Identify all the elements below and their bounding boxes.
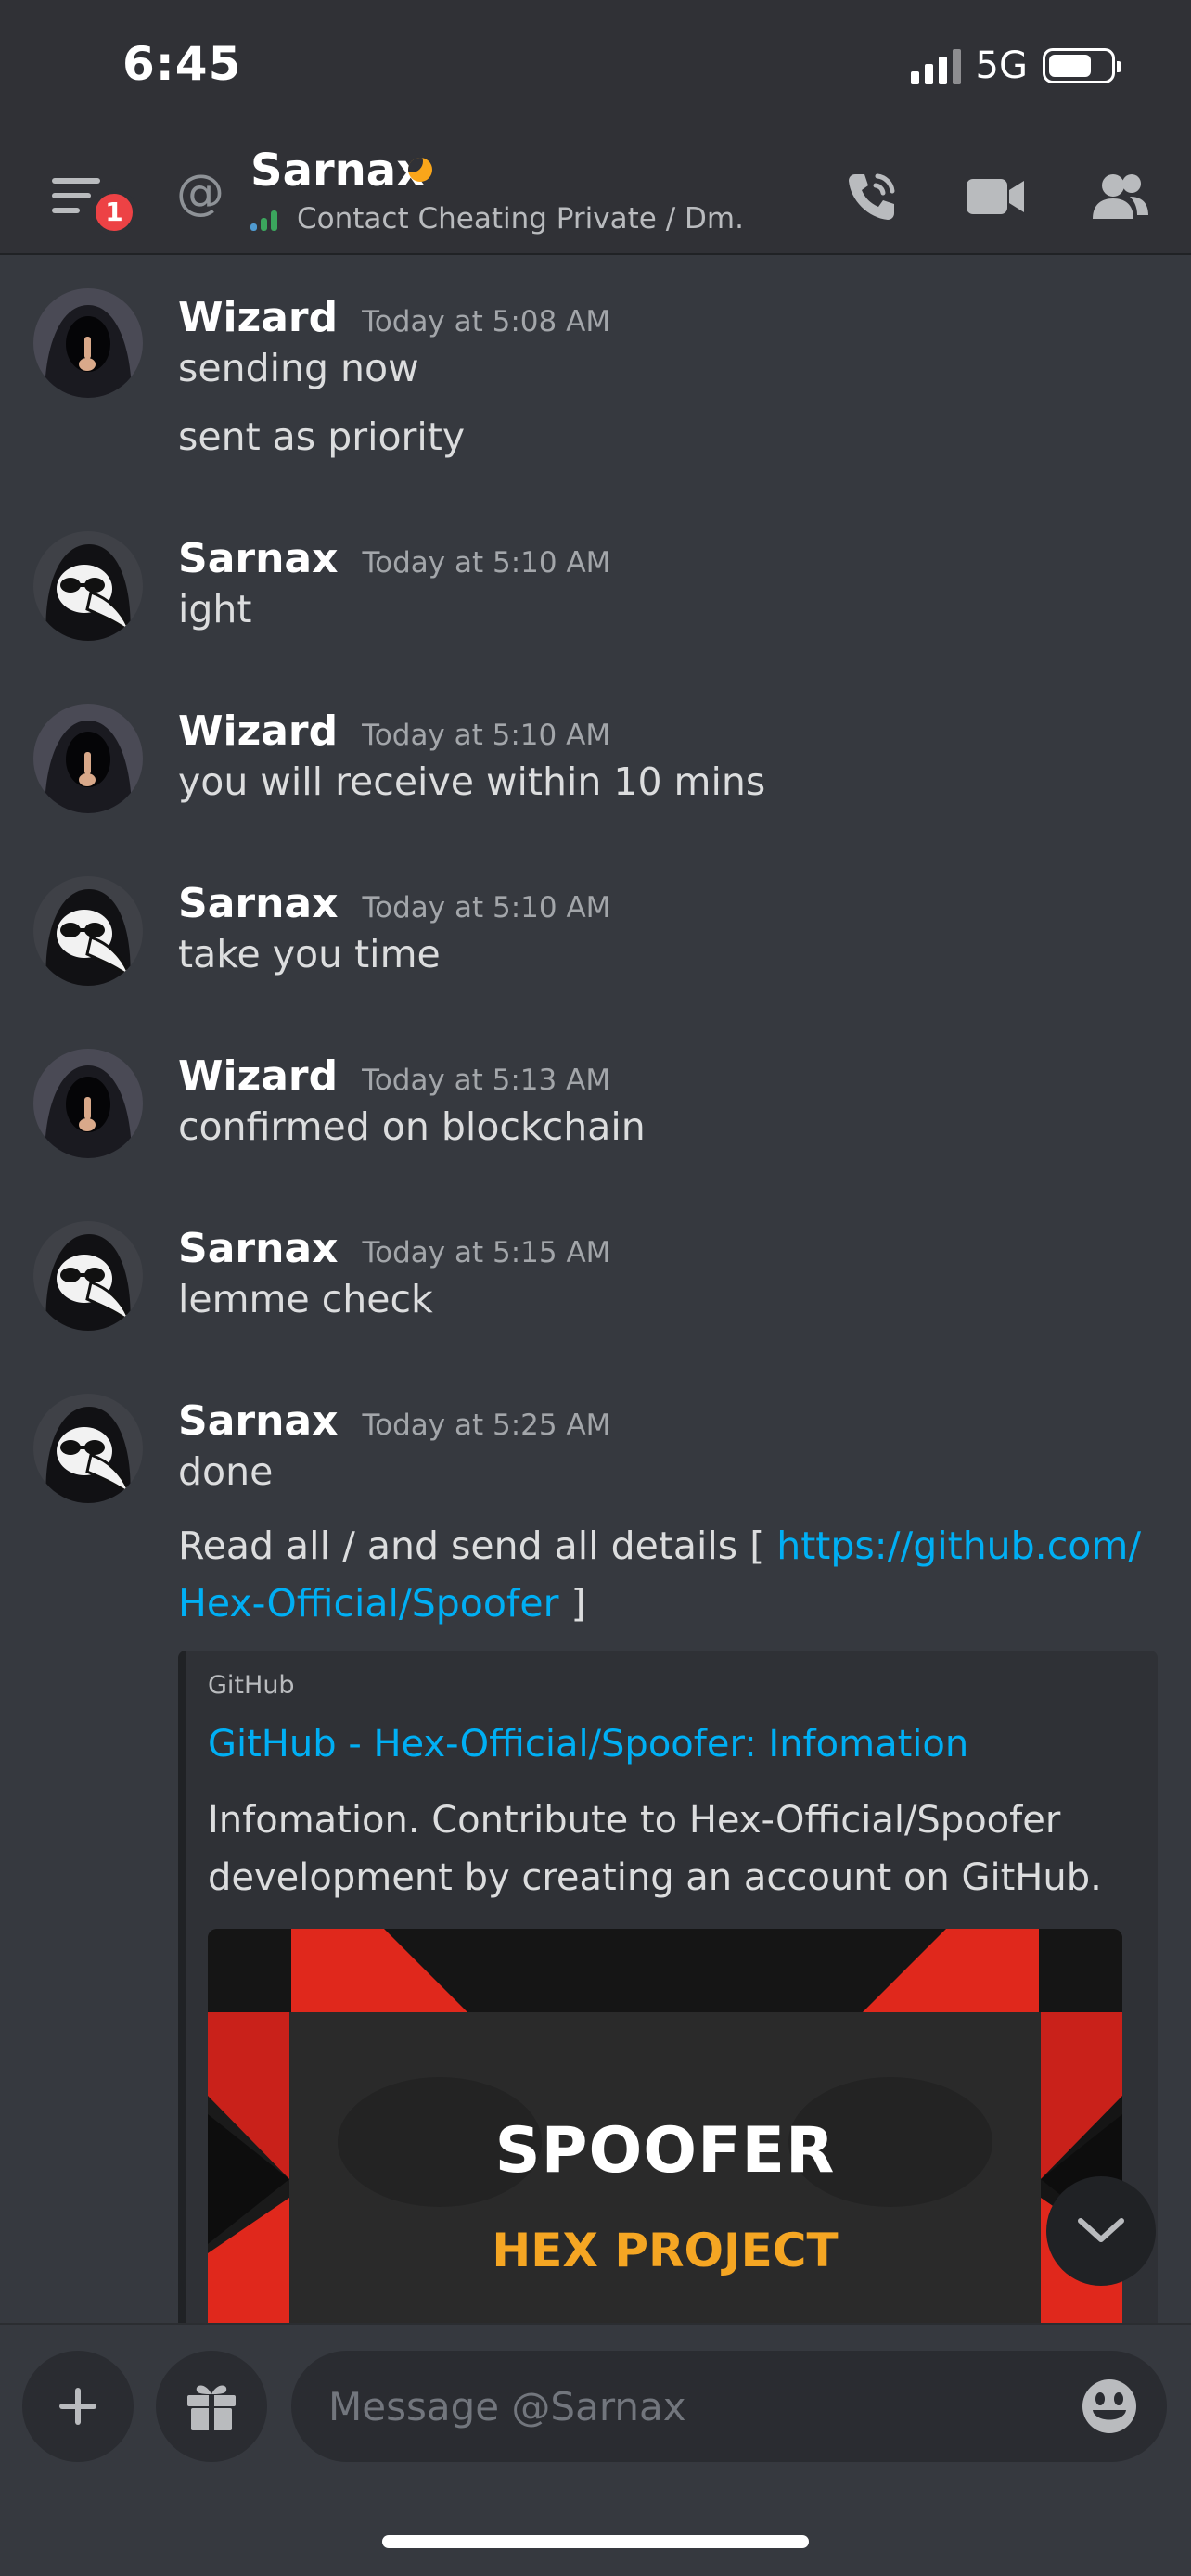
message-list: Wizard Today at 5:08 AM sending now sent… xyxy=(0,257,1191,2323)
author-name[interactable]: Wizard xyxy=(178,294,338,341)
call-icon xyxy=(849,173,895,220)
message-text-prefix: Read all / and send all details [ xyxy=(178,1524,777,1568)
gift-button[interactable] xyxy=(156,2351,267,2462)
embed-provider[interactable]: GitHub xyxy=(208,1671,295,1700)
plague-doctor-avatar[interactable] xyxy=(33,531,143,641)
embed-image-title: SPOOFER xyxy=(494,2114,836,2187)
embed-image-subtitle: HEX PROJECT xyxy=(492,2224,839,2277)
author-name[interactable]: Sarnax xyxy=(178,535,338,582)
header-actions xyxy=(839,165,1154,228)
notification-badge: 1 xyxy=(91,189,137,236)
status-time: 6:45 xyxy=(122,37,242,91)
embed-description: Infomation. Contribute to Hex-Official/S… xyxy=(208,1799,1102,1899)
plague-doctor-avatar[interactable] xyxy=(33,876,143,986)
github-link-part1[interactable]: https://github.com/ xyxy=(776,1524,1141,1568)
video-icon xyxy=(967,179,1024,214)
status-bar: 6:45 5G xyxy=(0,0,1191,139)
at-icon: @ xyxy=(176,165,224,221)
message-header: Wizard Today at 5:10 AM xyxy=(178,708,610,755)
embed-title[interactable]: GitHub - Hex-Official/Spoofer: Infomatio… xyxy=(208,1723,968,1766)
message-header: Sarnax Today at 5:25 AM xyxy=(178,1397,610,1445)
message-timestamp: Today at 5:25 AM xyxy=(362,1409,611,1442)
message-text-with-link-cont: Hex-Official/Spoofer ] xyxy=(178,1581,585,1626)
embed-image[interactable]: SPOOFER HEX PROJECT xyxy=(208,1929,1122,2323)
message-timestamp: Today at 5:10 AM xyxy=(362,546,611,580)
message-text: sent as priority xyxy=(178,414,466,459)
message-header: Sarnax Today at 5:10 AM xyxy=(178,535,610,582)
message-text: lemme check xyxy=(178,1277,433,1321)
message-timestamp: Today at 5:10 AM xyxy=(362,719,611,752)
message-text: ight xyxy=(178,587,252,631)
activity-icon xyxy=(250,207,288,231)
custom-status-text: Contact Cheating Private / Dm. xyxy=(297,202,744,236)
custom-status: Contact Cheating Private / Dm. xyxy=(250,202,744,236)
github-link-part2[interactable]: Hex-Official/Spoofer xyxy=(178,1581,558,1626)
plague-doctor-avatar[interactable] xyxy=(33,1221,143,1331)
message-timestamp: Today at 5:08 AM xyxy=(362,305,611,338)
author-name[interactable]: Wizard xyxy=(178,708,338,755)
members-icon xyxy=(1093,174,1148,219)
hooded-figure-avatar[interactable] xyxy=(33,288,143,398)
status-indicators: 5G xyxy=(910,45,1121,87)
message-header: Wizard Today at 5:08 AM xyxy=(178,294,610,341)
voice-call-button[interactable] xyxy=(839,165,905,228)
plus-icon xyxy=(59,2388,96,2425)
message-composer xyxy=(0,2323,1191,2576)
attach-button[interactable] xyxy=(22,2351,134,2462)
channel-header: 1 @ Sarnax Contact Cheating Private / Dm… xyxy=(0,139,1191,255)
message-timestamp: Today at 5:13 AM xyxy=(362,1064,611,1097)
link-embed: GitHub GitHub - Hex-Official/Spoofer: In… xyxy=(178,1651,1158,2323)
message-timestamp: Today at 5:10 AM xyxy=(362,891,611,925)
network-type: 5G xyxy=(975,45,1028,87)
message-text: done xyxy=(178,1449,274,1494)
plague-doctor-avatar[interactable] xyxy=(33,1394,143,1503)
message-text: you will receive within 10 mins xyxy=(178,759,766,804)
message-text: sending now xyxy=(178,346,419,390)
hooded-figure-avatar[interactable] xyxy=(33,704,143,813)
message-input[interactable] xyxy=(328,2351,1052,2462)
message-header: Sarnax Today at 5:15 AM xyxy=(178,1225,610,1272)
battery-icon xyxy=(1043,48,1121,83)
message-header: Wizard Today at 5:13 AM xyxy=(178,1052,610,1100)
chevron-down-icon xyxy=(1078,2218,1124,2242)
message-text-with-link: Read all / and send all details [ https:… xyxy=(178,1524,1141,1568)
dm-title[interactable]: Sarnax xyxy=(250,145,425,197)
message-text: confirmed on blockchain xyxy=(178,1104,646,1149)
author-name[interactable]: Wizard xyxy=(178,1052,338,1100)
signal-icon xyxy=(910,47,961,84)
home-indicator xyxy=(382,2535,809,2548)
message-text-suffix: ] xyxy=(558,1581,586,1626)
message-header: Sarnax Today at 5:10 AM xyxy=(178,880,610,927)
idle-status-icon xyxy=(408,158,432,182)
message-input-wrapper xyxy=(291,2351,1167,2462)
discord-dm-screen: 6:45 5G 1 @ Sarnax Contact Cheating Priv… xyxy=(0,0,1191,2576)
message-text: take you time xyxy=(178,932,441,976)
author-name[interactable]: Sarnax xyxy=(178,1397,338,1445)
emoji-button[interactable] xyxy=(1080,2377,1139,2436)
video-call-button[interactable] xyxy=(963,165,1030,228)
gift-icon xyxy=(187,2385,236,2430)
author-name[interactable]: Sarnax xyxy=(178,880,338,927)
members-button[interactable] xyxy=(1087,165,1154,228)
author-name[interactable]: Sarnax xyxy=(178,1225,338,1272)
menu-button[interactable]: 1 xyxy=(46,165,139,239)
hooded-figure-avatar[interactable] xyxy=(33,1049,143,1158)
emoji-icon xyxy=(1082,2379,1136,2433)
jump-to-bottom-button[interactable] xyxy=(1046,2176,1156,2286)
message-timestamp: Today at 5:15 AM xyxy=(362,1236,611,1269)
